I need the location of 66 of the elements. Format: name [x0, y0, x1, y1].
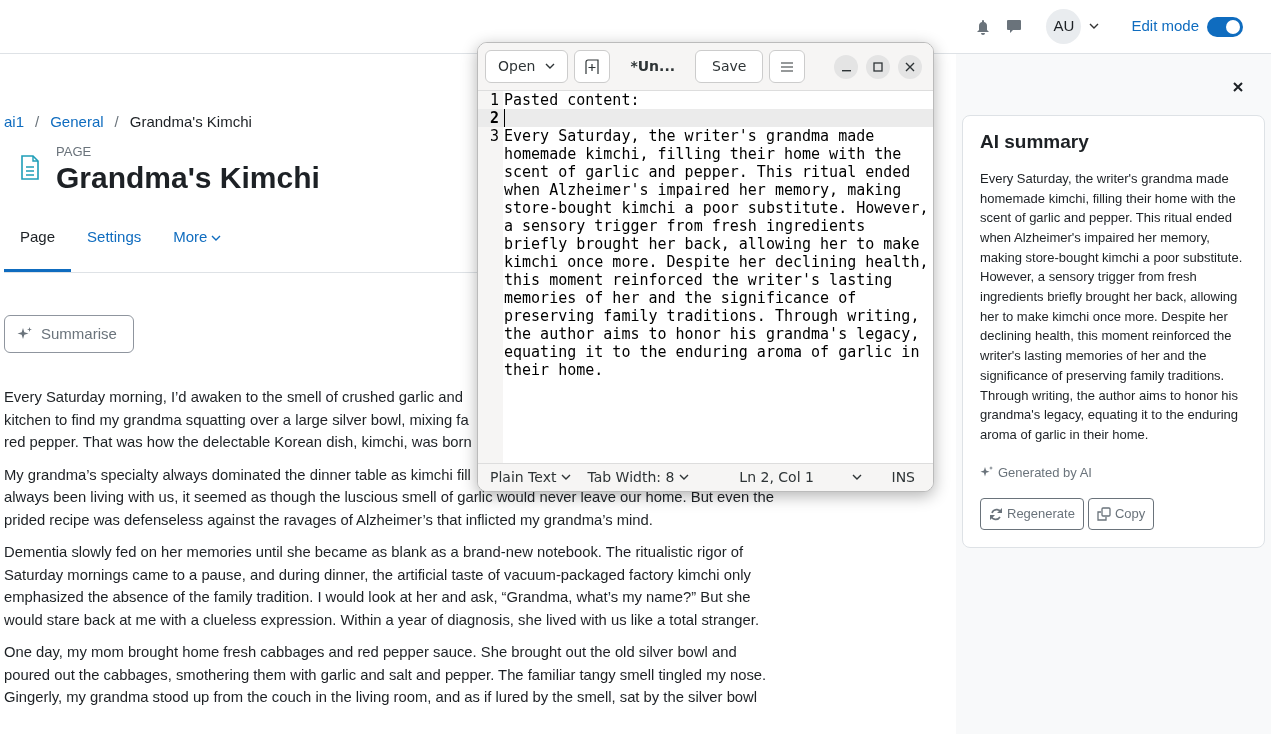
caret-icon: [679, 474, 690, 481]
paragraph-line: emphasized the absence of the family tradition. I would look at her and ask, “Grandma, what’s my name?” But she: [4, 588, 751, 607]
minimize-icon: [841, 69, 851, 72]
caret-icon: [561, 474, 572, 481]
caret-icon: [211, 234, 222, 242]
document-icon: [20, 154, 40, 181]
maximize-button[interactable]: [866, 54, 890, 79]
maximize-icon: [873, 61, 883, 72]
menu-button[interactable]: [769, 50, 806, 83]
caret-icon: [545, 63, 556, 70]
close-icon: [905, 61, 915, 72]
nav-tab[interactable]: Page: [4, 212, 72, 272]
paragraph-line: would stare back at me with a clueless expression. Within a year of diagnosis, she lived with us like a total stranger.: [4, 610, 759, 630]
tab-width-selector[interactable]: Tab Width: 8: [587, 467, 690, 488]
breadcrumb-link[interactable]: ai1: [4, 113, 25, 130]
cursor-position: Ln 2, Col 1: [739, 468, 814, 487]
save-button[interactable]: Save: [695, 50, 764, 83]
refresh-icon: [989, 506, 1003, 521]
summarise-button[interactable]: Summarise: [4, 314, 134, 353]
line-number: 3: [478, 127, 503, 379]
breadcrumb-current: Grandma's Kimchi: [129, 113, 252, 130]
paragraph-line: Dementia slowly fed on her memories until she became as blank as a brand-new notebook. The ritualistic rigor of: [4, 543, 744, 562]
paragraph-line: Gingerly, my grandma stood up from the couch in the living room, and as if lured by the smell, sat by the silver bowl: [4, 688, 758, 707]
insert-mode: INS: [891, 468, 915, 487]
caret-icon[interactable]: [851, 474, 862, 481]
new-tab-icon: [584, 58, 601, 75]
menu-icon: [781, 61, 794, 72]
text-cursor: [504, 109, 505, 127]
close-button[interactable]: [898, 54, 922, 79]
close-icon: [1233, 81, 1243, 92]
copy-button[interactable]: Copy: [1087, 498, 1155, 530]
caret-icon[interactable]: [1089, 23, 1100, 30]
page-type-label: PAGE: [56, 142, 93, 161]
language-selector[interactable]: Plain Text: [490, 467, 572, 488]
minimize-button[interactable]: [834, 54, 858, 79]
user-avatar[interactable]: AU: [1046, 9, 1082, 44]
page-title: Grandma's Kimchi: [56, 161, 320, 194]
copy-icon: [1096, 506, 1111, 521]
nav-tab[interactable]: More: [157, 212, 238, 272]
nav-tab[interactable]: Settings: [71, 212, 158, 272]
chat-icon[interactable]: [1006, 18, 1023, 35]
paragraph-line: My grandma’s specialty always dominated the dinner table as kimchi fill: [4, 465, 471, 485]
breadcrumb-separator: /: [35, 113, 40, 130]
paragraph-line: prided recipe was defenseless against the ravages of Alzheimer’s that inflicted my grandma’s mind.: [4, 510, 653, 530]
paragraph-line: Saturday mornings came to a pause, and during dinner, the artificial taste of vacuum-packaged factory kimchi only: [4, 565, 751, 585]
new-tab-button[interactable]: [574, 50, 611, 83]
document-title: *Un...: [629, 57, 677, 76]
editor-line: Every Saturday, the writer's grandma made homemade kimchi, filling their home with the scent of garlic and pepper. This ritual ended when Alzheimer's impaired her memory, making store-bought kimchi a poor substitute. However, a sensory trigger from fresh ingredients briefly brought her back, allowing her to make kimchi once more. Despite her declining health, this moment reinforced the writer's lasting memories of her and the significance of preserving family traditions. Through writing, the author aims to honor his grandma's legacy, equating it to the enduring aroma of garlic in their home.: [504, 127, 930, 379]
paragraph-line: One day, my mom brought home fresh cabbages and red pepper sauce. She brought out the old silver bowl and: [4, 643, 737, 662]
open-button[interactable]: Open: [485, 50, 569, 83]
paragraph-line: poured out the cabbages, smothering them with garlic and salt and pepper. The familiar tangy smell tingled my nose.: [4, 665, 767, 685]
editor-line: Pasted content:: [504, 91, 640, 109]
edit-mode-label: Edit mode: [1131, 16, 1199, 37]
paragraph-line: red pepper. That was how the delectable Korean dish, kimchi, was born: [4, 433, 472, 452]
generated-label: Generated by AI: [998, 463, 1092, 482]
regenerate-button[interactable]: Regenerate: [980, 498, 1084, 530]
line-number: 1: [478, 91, 503, 109]
paragraph-line: Every Saturday morning, I’d awaken to the smell of crushed garlic and: [4, 388, 463, 407]
paragraph-line: always been living with us, it seemed as though the luscious smell of garlic would never leave our home. But even the: [4, 488, 774, 507]
summary-title: AI summary: [980, 131, 1090, 154]
breadcrumb-link[interactable]: General: [50, 113, 104, 130]
breadcrumb-separator: /: [114, 113, 119, 130]
summary-text: Every Saturday, the writer's grandma made homemade kimchi, filling their home with the scent of garlic and pepper. This ritual ended when Alzheimer's impaired her memory, making store-bought kimchi a poor substitute. However, a sensory trigger from fresh ingredients briefly brought her back, allowing her to make kimchi once more. Despite her declining health, this moment reinforced the writer's lasting memories of her and the significance of preserving family traditions. Through writing, the author aims to honor his grandma's legacy, equating it to the enduring aroma of garlic in their home.: [980, 169, 1244, 444]
bell-icon[interactable]: [976, 18, 991, 35]
edit-mode-toggle[interactable]: [1207, 16, 1243, 37]
paragraph-line: kitchen to find my grandma squatting over a large silver bowl, mixing fa: [4, 410, 469, 430]
